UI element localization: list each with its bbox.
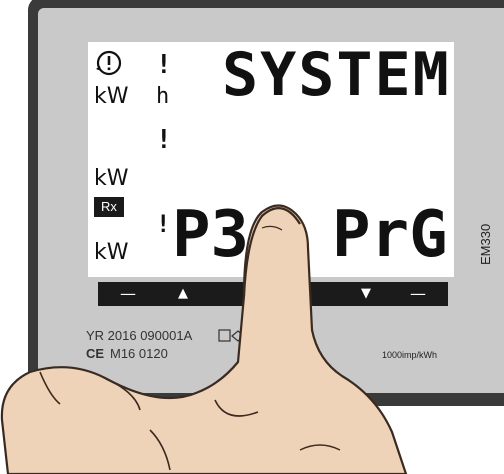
- meter-photo: kW ! h ! kW Rx kW ! SYSTEM P3 PrG — ▲ ↵ …: [0, 0, 504, 474]
- hand-overlay: [0, 204, 408, 474]
